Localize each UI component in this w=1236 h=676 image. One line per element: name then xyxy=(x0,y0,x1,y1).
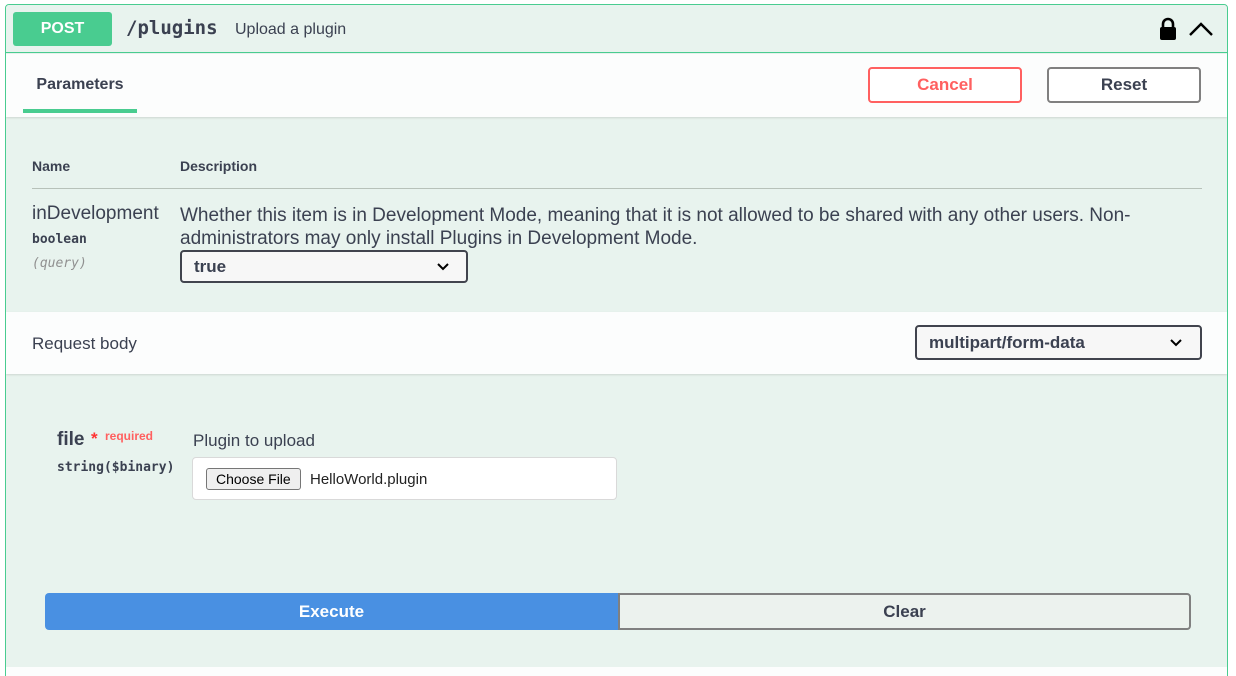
choose-file-button[interactable]: Choose File xyxy=(206,468,301,490)
file-input[interactable]: Choose File HelloWorld.plugin xyxy=(192,457,617,500)
tab-active-indicator xyxy=(23,109,137,113)
request-body-header: Request body multipart/form-data xyxy=(6,312,1227,374)
reset-button[interactable]: Reset xyxy=(1047,67,1201,103)
field-description: Plugin to upload xyxy=(193,431,315,450)
tab-parameters[interactable]: Parameters xyxy=(23,54,137,115)
required-label: required xyxy=(105,429,154,443)
indevelopment-select[interactable]: true xyxy=(180,250,468,283)
table-header-divider xyxy=(32,188,1202,189)
parameter-name: inDevelopment xyxy=(32,203,159,224)
parameter-description: Whether this item is in Development Mode… xyxy=(180,205,1131,249)
parameter-type: boolean xyxy=(32,232,87,247)
parameter-location: (query) xyxy=(32,256,87,271)
parameters-header: Parameters Cancel Reset xyxy=(6,54,1227,117)
operation-path: /plugins xyxy=(126,17,218,39)
indevelopment-select-value: true xyxy=(194,257,227,276)
operation-summary[interactable]: POST /plugins Upload a plugin xyxy=(6,5,1227,53)
content-type-select[interactable]: multipart/form-data xyxy=(915,325,1202,360)
field-type: string($binary) xyxy=(57,460,175,475)
field-name-file: file xyxy=(57,429,85,450)
chevron-up-icon[interactable] xyxy=(1187,19,1215,39)
chevron-down-icon xyxy=(1170,339,1182,347)
method-badge: POST xyxy=(13,12,112,46)
content-type-select-value: multipart/form-data xyxy=(929,333,1085,352)
required-star: * xyxy=(91,429,98,448)
request-body-title: Request body xyxy=(32,334,137,353)
chosen-file-name: HelloWorld.plugin xyxy=(310,471,428,488)
responses-section-edge xyxy=(6,667,1227,676)
cancel-button[interactable]: Cancel xyxy=(868,67,1022,103)
operation-summary-text: Upload a plugin xyxy=(235,21,347,38)
column-header-name: Name xyxy=(32,158,71,174)
column-header-description: Description xyxy=(180,158,258,174)
clear-button[interactable]: Clear xyxy=(618,593,1191,630)
operation-block: POST /plugins Upload a plugin Parameters… xyxy=(5,4,1228,676)
execute-button[interactable]: Execute xyxy=(45,593,618,630)
chevron-down-icon xyxy=(437,263,449,271)
lock-icon[interactable] xyxy=(1158,17,1178,41)
